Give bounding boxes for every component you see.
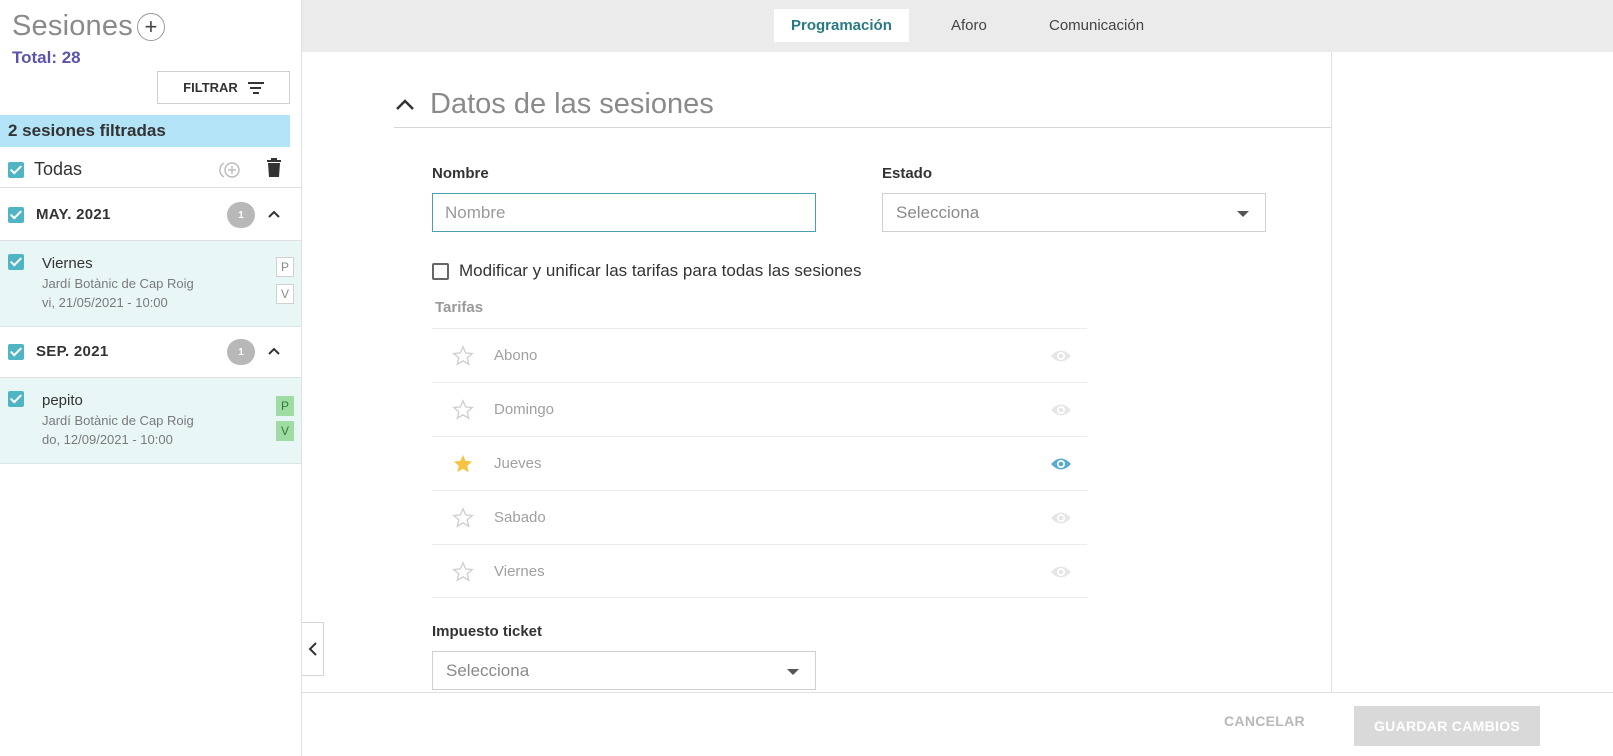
unify-tarifas-checkbox[interactable]	[432, 262, 449, 280]
tab-aforo[interactable]: Aforo	[934, 9, 1004, 42]
chevron-up-icon[interactable]	[394, 94, 416, 116]
session-place: Jardí Botànic de Cap Roig	[42, 276, 194, 291]
sidebar-header: Sesiones +	[12, 10, 165, 43]
tarifa-name: Sabado	[494, 509, 546, 526]
month-group-header[interactable]: MAY. 2021 1	[0, 189, 301, 241]
save-changes-button[interactable]: GUARDAR CAMBIOS	[1354, 706, 1540, 746]
estado-select[interactable]: Selecciona	[882, 193, 1266, 232]
select-all-row: Todas	[0, 152, 301, 188]
caret-down-icon	[787, 669, 799, 675]
tab-comunicacion[interactable]: Comunicación	[1032, 9, 1161, 42]
session-name: pepito	[42, 392, 83, 409]
star-outline-icon[interactable]	[452, 561, 474, 583]
session-data-panel: Datos de las sesiones Nombre Estado Sele…	[302, 52, 1332, 692]
impuesto-label: Impuesto ticket	[432, 623, 543, 640]
impuesto-select-value: Selecciona	[446, 660, 530, 680]
month-label: MAY. 2021	[36, 206, 111, 223]
month-count-badge: 1	[227, 339, 255, 365]
session-list-item[interactable]: Viernes Jardí Botànic de Cap Roig vi, 21…	[0, 241, 301, 327]
nombre-input[interactable]	[432, 193, 816, 232]
star-outline-icon[interactable]	[452, 345, 474, 367]
session-checkbox[interactable]	[8, 254, 24, 270]
collapse-sidebar-button[interactable]	[302, 622, 324, 676]
star-outline-icon[interactable]	[452, 399, 474, 421]
session-tag-p: P	[276, 396, 294, 416]
chevron-up-icon[interactable]	[267, 207, 281, 221]
session-tag-p: P	[276, 257, 294, 277]
estado-label: Estado	[882, 165, 933, 182]
cancel-button[interactable]: CANCELAR	[1224, 713, 1305, 729]
filter-button-label: FILTRAR	[183, 80, 238, 95]
nombre-label: Nombre	[432, 165, 489, 182]
tarifa-row: Jueves	[432, 436, 1087, 490]
tarifa-name: Jueves	[494, 455, 542, 472]
chevron-up-icon[interactable]	[267, 344, 281, 358]
app-root: Sesiones + Total: 28 FILTRAR 2 sesiones …	[0, 0, 1613, 756]
month-checkbox[interactable]	[8, 206, 24, 223]
tarifa-name: Abono	[494, 347, 538, 364]
session-date: do, 12/09/2021 - 10:00	[42, 432, 173, 447]
unify-tarifas-row: Modificar y unificar las tarifas para to…	[432, 261, 862, 281]
tarifa-row: Viernes	[432, 544, 1087, 598]
month-checkbox[interactable]	[8, 343, 24, 360]
unify-tarifas-label: Modificar y unificar las tarifas para to…	[459, 261, 862, 280]
session-list-item[interactable]: pepito Jardí Botànic de Cap Roig do, 12/…	[0, 378, 301, 464]
tarifas-label: Tarifas	[435, 299, 484, 316]
eye-icon[interactable]	[1050, 456, 1072, 472]
month-group-header[interactable]: SEP. 2021 1	[0, 326, 301, 378]
session-date: vi, 21/05/2021 - 10:00	[42, 295, 168, 310]
tarifa-row: Abono	[432, 328, 1087, 382]
eye-icon[interactable]	[1050, 564, 1072, 580]
estado-select-value: Selecciona	[896, 202, 980, 222]
add-session-button[interactable]: +	[136, 12, 165, 41]
star-outline-icon[interactable]	[452, 507, 474, 529]
tarifa-name: Domingo	[494, 401, 555, 418]
caret-down-icon	[1237, 211, 1249, 217]
trash-icon[interactable]	[265, 158, 283, 178]
section-header[interactable]: Datos de las sesiones	[394, 82, 1332, 128]
select-all-checkbox[interactable]	[8, 161, 24, 178]
star-filled-icon[interactable]	[452, 453, 474, 475]
add-copy-icon[interactable]	[218, 160, 242, 180]
sessions-sidebar: Sesiones + Total: 28 FILTRAR 2 sesiones …	[0, 0, 302, 756]
tarifa-row: Sabado	[432, 490, 1087, 544]
filtered-count-banner: 2 sesiones filtradas	[0, 115, 290, 147]
month-count-badge: 1	[227, 202, 255, 228]
tarifa-row: Domingo	[432, 382, 1087, 436]
session-tag-v: V	[276, 284, 294, 304]
action-footer: CANCELAR GUARDAR CAMBIOS	[302, 692, 1613, 756]
sidebar-title: Sesiones	[12, 10, 133, 42]
section-title: Datos de las sesiones	[430, 88, 714, 120]
filter-icon	[247, 81, 264, 94]
top-tab-bar: Programación Aforo Comunicación	[302, 0, 1613, 52]
session-name: Viernes	[42, 255, 93, 272]
session-checkbox[interactable]	[8, 391, 24, 407]
select-all-label: Todas	[34, 159, 83, 179]
tab-programacion[interactable]: Programación	[774, 9, 909, 42]
eye-icon[interactable]	[1050, 402, 1072, 418]
tarifas-list: Abono Domingo Jueves Sabado Viernes	[432, 328, 1087, 598]
impuesto-select[interactable]: Selecciona	[432, 651, 816, 690]
sessions-total: Total: 28	[12, 48, 81, 67]
session-place: Jardí Botànic de Cap Roig	[42, 413, 194, 428]
tarifa-name: Viernes	[494, 562, 545, 580]
chevron-left-icon	[308, 642, 317, 656]
month-label: SEP. 2021	[36, 343, 109, 360]
filter-button[interactable]: FILTRAR	[157, 71, 290, 104]
eye-icon[interactable]	[1050, 510, 1072, 526]
session-tag-v: V	[276, 421, 294, 441]
eye-icon[interactable]	[1050, 348, 1072, 364]
plus-icon: +	[144, 13, 158, 39]
